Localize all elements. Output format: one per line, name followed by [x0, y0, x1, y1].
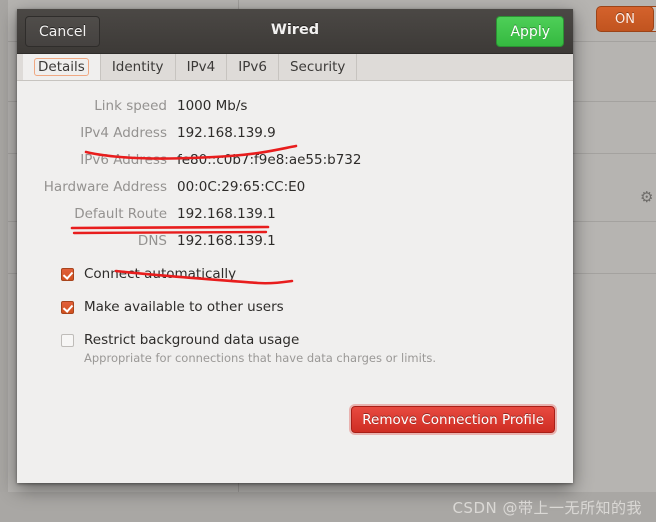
checkbox-row-restrict-background-data[interactable]: Restrict background data usage Appropria… [61, 332, 501, 365]
checkbox-row-connect-automatically[interactable]: Connect automatically [61, 266, 501, 282]
tab-bar: Details Identity IPv4 IPv6 Security [17, 54, 573, 81]
detail-label: Default Route [74, 206, 167, 222]
checkbox-texts: Restrict background data usage Appropria… [84, 332, 436, 365]
gear-icon[interactable]: ⚙ [640, 188, 653, 206]
tab-identity[interactable]: Identity [101, 54, 176, 80]
detail-value: 192.168.139.1 [177, 233, 276, 249]
tab-details-label: Details [34, 58, 89, 76]
dialog-titlebar: Cancel Wired Apply [17, 9, 573, 54]
checkbox-texts: Connect automatically [84, 266, 236, 282]
remove-connection-profile-label: Remove Connection Profile [362, 411, 544, 428]
checkbox-texts: Make available to other users [84, 299, 284, 315]
detail-row-dns: DNS 192.168.139.1 [17, 233, 573, 260]
detail-label: IPv6 Address [80, 152, 167, 168]
checkbox-label: Connect automatically [84, 266, 237, 282]
detail-value: 192.168.139.1 [177, 206, 276, 222]
detail-row-ipv4-address: IPv4 Address 192.168.139.9 [17, 125, 573, 152]
tab-ipv4[interactable]: IPv4 [176, 54, 228, 80]
tab-security[interactable]: Security [279, 54, 358, 80]
detail-row-default-route: Default Route 192.168.139.1 [17, 206, 573, 233]
checkbox-connect-automatically[interactable] [61, 268, 74, 281]
detail-value: fe80::c0b7:f9e8:ae55:b732 [177, 152, 362, 168]
detail-value: 00:0C:29:65:CC:E0 [177, 179, 306, 195]
checkbox-group: Connect automatically Make available to … [61, 266, 501, 382]
checkbox-make-available-to-other-users[interactable] [61, 301, 74, 314]
detail-label: DNS [137, 233, 167, 249]
detail-rows: Link speed 1000 Mb/s IPv4 Address 192.16… [17, 98, 573, 260]
detail-label: Link speed [94, 98, 167, 114]
apply-button-label: Apply [510, 23, 550, 40]
detail-value: 192.168.139.9 [177, 125, 276, 141]
detail-row-ipv6-address: IPv6 Address fe80::c0b7:f9e8:ae55:b732 [17, 152, 573, 179]
apply-button[interactable]: Apply [496, 16, 564, 47]
tab-security-label: Security [289, 59, 346, 75]
detail-label: IPv4 Address [80, 125, 167, 141]
tab-ipv6[interactable]: IPv6 [227, 54, 279, 80]
checkbox-label: Make available to other users [84, 299, 284, 315]
checkbox-restrict-background-data-usage[interactable] [61, 334, 74, 347]
network-toggle-label: ON [615, 11, 635, 27]
tab-identity-label: Identity [111, 59, 164, 75]
detail-row-link-speed: Link speed 1000 Mb/s [17, 98, 573, 125]
checkbox-row-make-available[interactable]: Make available to other users [61, 299, 501, 315]
details-tab-content: Link speed 1000 Mb/s IPv4 Address 192.16… [17, 81, 573, 482]
dialog-title: Wired [270, 22, 320, 38]
wired-settings-dialog: Cancel Wired Apply Details Identity IPv4… [17, 9, 573, 483]
checkbox-description: Appropriate for connections that have da… [84, 351, 436, 365]
network-toggle[interactable]: ON [596, 6, 654, 32]
detail-label: Hardware Address [43, 179, 167, 195]
remove-connection-profile-button[interactable]: Remove Connection Profile [351, 406, 555, 433]
watermark: CSDN @带上一无所知的我 [452, 499, 642, 517]
tab-details[interactable]: Details [23, 54, 101, 80]
tab-ipv6-label: IPv6 [238, 59, 267, 75]
checkbox-label: Restrict background data usage [84, 332, 300, 348]
tab-ipv4-label: IPv4 [186, 59, 216, 75]
detail-value: 1000 Mb/s [177, 98, 248, 114]
detail-row-hardware-address: Hardware Address 00:0C:29:65:CC:E0 [17, 179, 573, 206]
settings-left-edge [0, 0, 8, 522]
